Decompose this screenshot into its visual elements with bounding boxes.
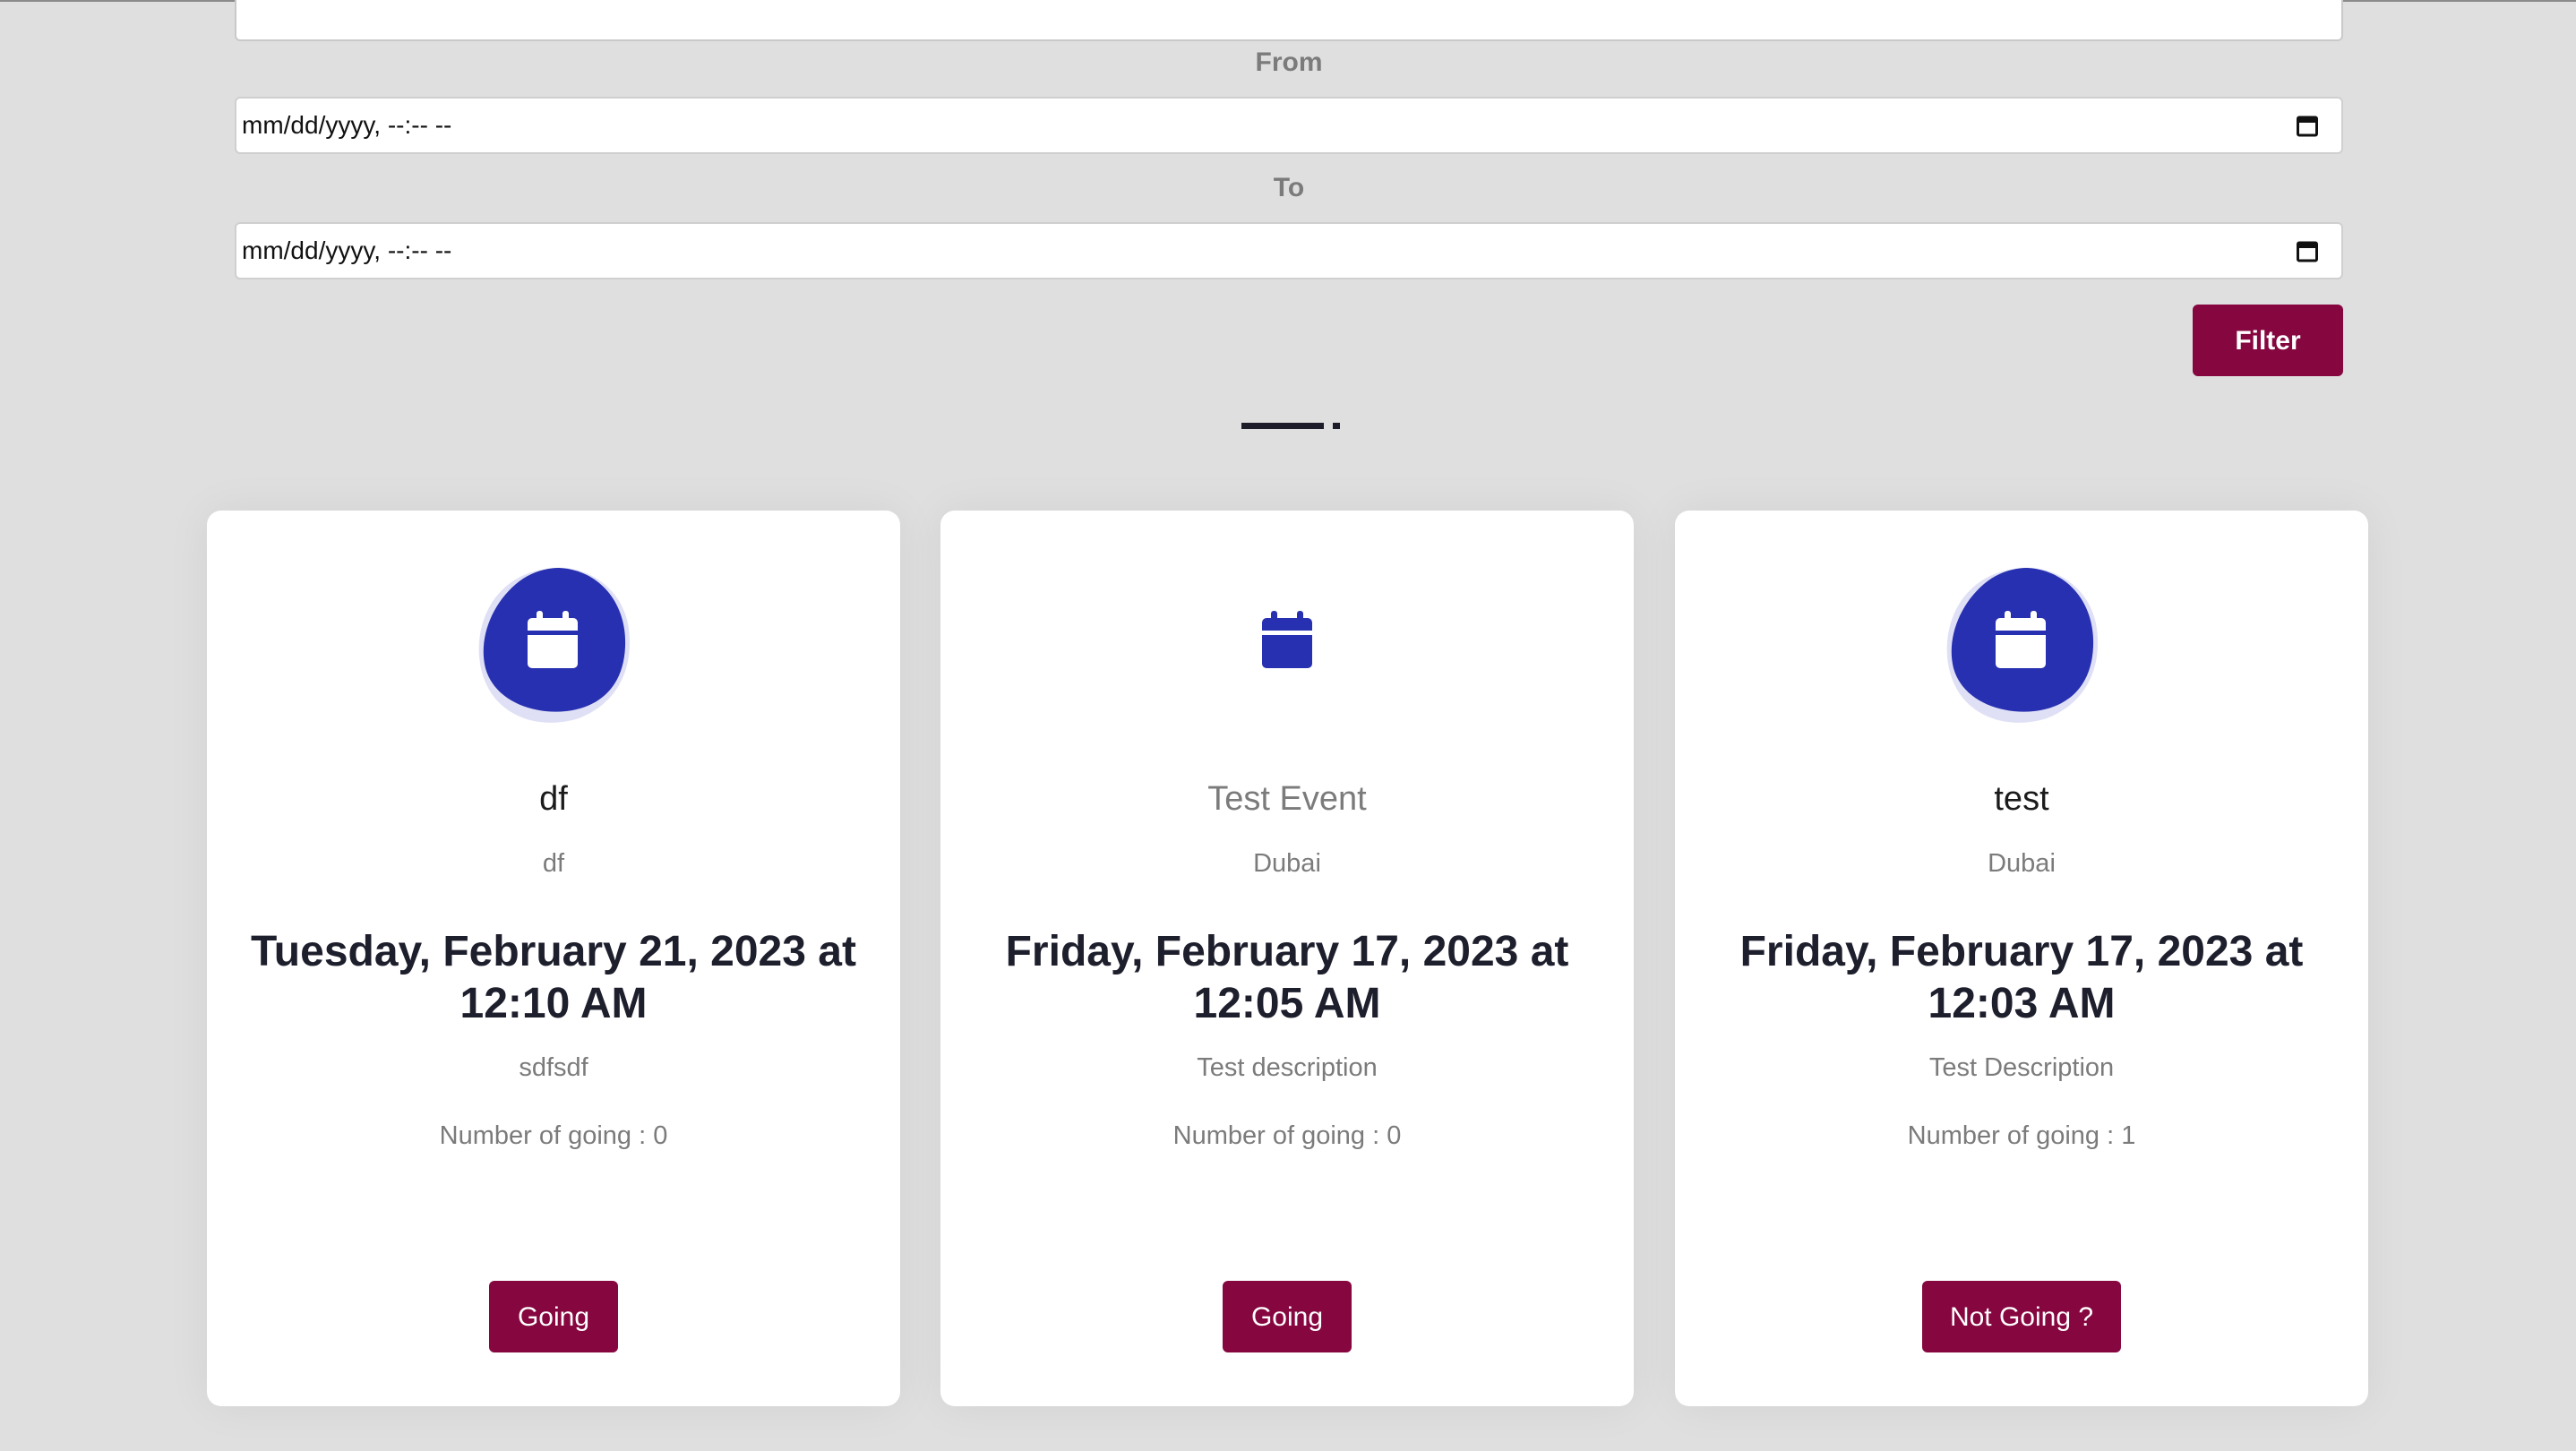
going-count: Number of going : 0 (439, 1121, 668, 1150)
going-count: Number of going : 1 (1907, 1121, 2136, 1150)
event-location: Dubai (1253, 849, 1321, 878)
event-description: sdfsdf (519, 1053, 588, 1082)
event-description: Test Description (1928, 1053, 2115, 1082)
event-date: Friday, February 17, 2023 at 12:05 AM (1005, 928, 1569, 1027)
calendar-picker-icon[interactable] (2297, 114, 2318, 137)
event-description: Test description (1197, 1053, 1378, 1082)
event-location: df (542, 849, 565, 878)
search-input[interactable] (235, 0, 2343, 41)
event-icon-badge (1206, 564, 1368, 726)
calendar-picker-icon[interactable] (2297, 239, 2318, 262)
section-divider-dot (1333, 423, 1340, 429)
section-divider (1241, 423, 1324, 429)
to-date-input[interactable]: mm/dd/yyyy, --:-- -- (235, 222, 2343, 279)
to-date-value: mm/dd/yyyy, --:-- -- (242, 236, 452, 264)
going-count: Number of going : 0 (1172, 1121, 1402, 1150)
filter-button[interactable]: Filter (2193, 305, 2343, 376)
event-card: Test Event Dubai Friday, February 17, 20… (940, 511, 1634, 1406)
from-label: From (1255, 47, 1323, 77)
event-date: Tuesday, February 21, 2023 at 12:10 AM (251, 928, 856, 1027)
event-title: test (1994, 780, 2049, 818)
calendar-icon (1262, 611, 1312, 668)
event-location: Dubai (1988, 849, 2056, 878)
event-icon-badge (1941, 564, 2102, 726)
going-button[interactable]: Going (489, 1281, 618, 1352)
from-date-input[interactable]: mm/dd/yyyy, --:-- -- (235, 97, 2343, 154)
event-title: Test Event (1207, 780, 1367, 818)
to-label: To (1273, 173, 1305, 202)
not-going-button[interactable]: Not Going ? (1922, 1281, 2121, 1352)
calendar-icon (1946, 567, 2099, 723)
going-button[interactable]: Going (1223, 1281, 1352, 1352)
event-icon-badge (473, 564, 634, 726)
event-card: test Dubai Friday, February 17, 2023 at … (1675, 511, 2368, 1406)
calendar-icon (478, 567, 631, 723)
from-date-value: mm/dd/yyyy, --:-- -- (242, 111, 452, 139)
event-title: df (539, 780, 568, 818)
event-card: df df Tuesday, February 21, 2023 at 12:1… (207, 511, 900, 1406)
event-date: Friday, February 17, 2023 at 12:03 AM (1739, 928, 2304, 1027)
